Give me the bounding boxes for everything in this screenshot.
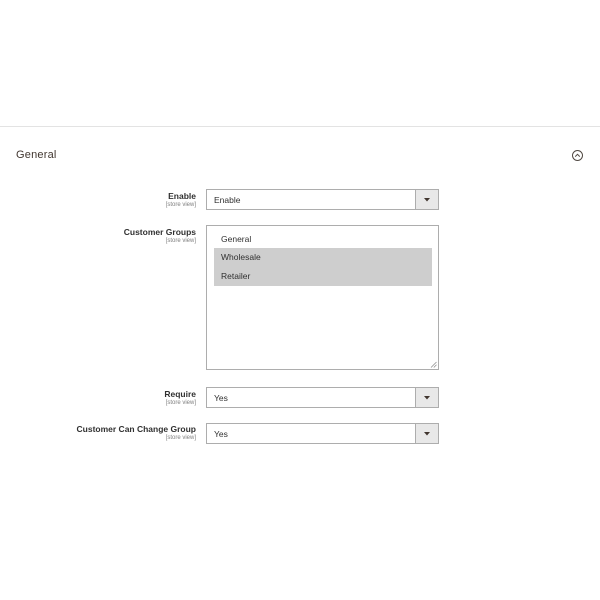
header-area — [0, 0, 600, 126]
customer-groups-multiselect[interactable]: General Wholesale Retailer — [206, 225, 439, 370]
enable-scope: [store view] — [165, 202, 196, 208]
customer-can-change-group-select-toggle[interactable] — [415, 424, 438, 443]
customer-can-change-group-select-value: Yes — [214, 429, 228, 439]
caret-down-icon — [424, 198, 430, 202]
customer-can-change-group-scope: [store view] — [165, 435, 196, 441]
caret-down-icon — [424, 396, 430, 400]
admin-config-page: General Enable [store view] Enable Custo… — [0, 0, 600, 600]
enable-label: Enable — [168, 191, 196, 201]
enable-select-toggle[interactable] — [415, 190, 438, 209]
collapse-section-button[interactable] — [572, 150, 583, 161]
section-title[interactable]: General — [16, 149, 57, 161]
section-divider — [0, 126, 600, 127]
require-scope: [store view] — [165, 400, 196, 406]
require-select[interactable]: Yes — [206, 387, 439, 408]
resize-handle-icon[interactable] — [430, 361, 437, 368]
option-general[interactable]: General — [214, 230, 432, 249]
option-retailer[interactable]: Retailer — [214, 267, 432, 286]
require-select-toggle[interactable] — [415, 388, 438, 407]
option-wholesale[interactable]: Wholesale — [214, 248, 432, 267]
customer-groups-scope: [store view] — [165, 238, 196, 244]
customer-groups-label: Customer Groups — [123, 227, 196, 237]
enable-label-group: Enable [store view] — [166, 191, 196, 209]
require-label: Require — [164, 389, 196, 399]
customer-can-change-group-select[interactable]: Yes — [206, 423, 439, 444]
enable-select-value: Enable — [214, 195, 241, 205]
require-select-value: Yes — [214, 393, 228, 403]
customer-can-change-group-label: Customer Can Change Group — [76, 424, 196, 434]
customer-can-change-group-label-group: Customer Can Change Group [store view] — [77, 424, 196, 442]
enable-select[interactable]: Enable — [206, 189, 439, 210]
require-label-group: Require [store view] — [164, 389, 196, 407]
customer-groups-label-group: Customer Groups [store view] — [124, 227, 196, 245]
caret-down-icon — [424, 432, 430, 436]
chevron-up-icon — [574, 153, 581, 157]
